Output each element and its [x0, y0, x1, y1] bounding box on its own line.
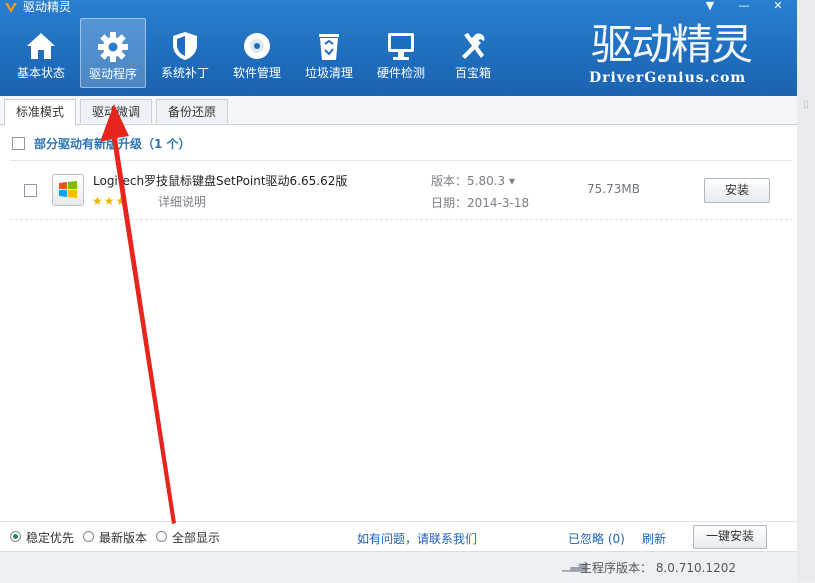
driver-row: Logitech罗技鼠标键盘SetPoint驱动6.65.62版 ★★★ 详细说… [0, 166, 797, 218]
tab-standard-mode[interactable]: 标准模式 [4, 99, 76, 125]
app-window: 驱动精灵 ▼ — ✕ 基本状态 驱动程序 系统补丁 软件管理 垃圾清理 硬件检测… [0, 0, 798, 583]
section-title: 部分驱动有新版升级（1 个） [34, 137, 191, 151]
recycle-bin-icon [319, 34, 339, 60]
toolbar-label: 系统补丁 [160, 66, 209, 80]
toolbar-label: 驱动程序 [88, 67, 137, 81]
gear-icon [98, 32, 128, 62]
radio-circle[interactable] [10, 531, 21, 542]
menu-dropdown-icon[interactable]: ▼ [697, 0, 723, 14]
footer-bar: 稳定优先 最新版本 全部显示 如有问题，请联系我们 已忽略 (0) 刷新 一键安… [0, 521, 797, 551]
rating-stars-icon: ★★★ [92, 194, 128, 208]
status-bar: ▁▃▅ 主程序版本： 8.0.710.1202 [0, 551, 797, 583]
toolbar-label: 百宝箱 [454, 66, 491, 80]
toolbar-label: 软件管理 [232, 66, 281, 80]
driver-detail-link[interactable]: 详细说明 [158, 193, 206, 210]
toolbar-item-hardware[interactable]: 硬件检测 [368, 18, 434, 88]
windows-logo-icon [52, 174, 84, 206]
row-divider [10, 219, 793, 220]
radio-circle[interactable] [83, 531, 94, 542]
title-bar: 驱动精灵 ▼ — ✕ [0, 0, 797, 16]
driver-version-select[interactable]: 版本：5.80.3 ▾ [431, 172, 515, 189]
mode-tabs: 标准模式 驱动微调 备份还原 [0, 96, 797, 125]
driver-checkbox[interactable] [24, 184, 37, 197]
monitor-icon [388, 33, 414, 60]
program-version: 主程序版本： 8.0.710.1202 [580, 561, 736, 575]
section-header: 部分驱动有新版升级（1 个） [12, 136, 191, 152]
toolbar-item-junk-clean[interactable]: 垃圾清理 [296, 18, 362, 88]
refresh-link[interactable]: 刷新 [642, 530, 666, 547]
toolbar-label: 硬件检测 [376, 66, 425, 80]
toolbar-item-driver[interactable]: 驱动程序 [80, 18, 146, 88]
toolbar-label: 基本状态 [16, 66, 65, 80]
driver-date: 日期：2014-3-18 [431, 196, 530, 210]
tab-driver-tune[interactable]: 驱动微调 [80, 99, 152, 123]
background-strip [797, 0, 815, 582]
radio-label: 最新版本 [99, 531, 148, 545]
tab-backup-restore[interactable]: 备份还原 [156, 99, 228, 123]
tools-icon [462, 33, 485, 59]
contact-us-link[interactable]: 如有问题，请联系我们 [357, 530, 477, 547]
select-all-checkbox[interactable] [12, 137, 25, 150]
brand-cn: 驱动精灵 [591, 20, 753, 69]
brand-logo: 驱动精灵 DriverGenius.com [585, 22, 765, 90]
minimize-icon[interactable]: — [731, 0, 757, 14]
close-icon[interactable]: ✕ [765, 0, 791, 14]
driver-name: Logitech罗技鼠标键盘SetPoint驱动6.65.62版 [93, 174, 348, 188]
disc-icon [244, 33, 270, 59]
window-title: 驱动精灵 [23, 0, 72, 14]
toolbar-item-software[interactable]: 软件管理 [224, 18, 290, 88]
one-click-install-button[interactable]: 一键安装 [693, 525, 767, 549]
app-logo-icon [5, 3, 17, 13]
divider [10, 160, 793, 161]
toolbar-item-system-patch[interactable]: 系统补丁 [152, 18, 218, 88]
ignored-link[interactable]: 已忽略 (0) [568, 530, 625, 547]
scroll-marker-icon: ▯ [803, 99, 809, 110]
radio-label: 稳定优先 [26, 531, 75, 545]
header-bar: 驱动精灵 ▼ — ✕ 基本状态 驱动程序 系统补丁 软件管理 垃圾清理 硬件检测… [0, 0, 797, 96]
brand-en: DriverGenius.com [589, 70, 747, 86]
radio-label: 全部显示 [172, 531, 221, 545]
toolbar-label: 垃圾清理 [304, 66, 353, 80]
radio-circle[interactable] [156, 531, 167, 542]
shield-icon [173, 32, 197, 60]
install-button[interactable]: 安装 [704, 178, 770, 203]
house-icon [27, 33, 55, 59]
toolbar-item-basic-status[interactable]: 基本状态 [8, 18, 74, 88]
driver-size: 75.73MB [587, 182, 640, 196]
toolbar-item-toolbox[interactable]: 百宝箱 [440, 18, 506, 88]
